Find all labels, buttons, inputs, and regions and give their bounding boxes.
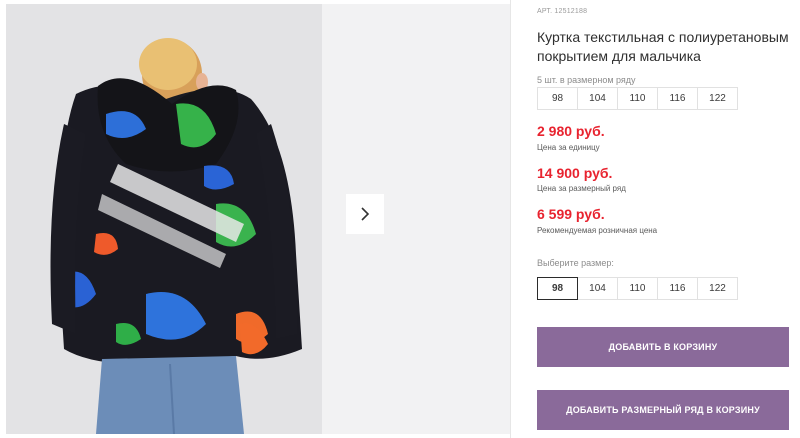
boy-in-jacket-image (6, 4, 322, 434)
column-divider (510, 0, 511, 438)
size-set-item: 104 (577, 87, 618, 110)
product-gallery (0, 0, 510, 438)
size-set-item: 116 (657, 87, 698, 110)
size-set-list: 98 104 110 116 122 (537, 87, 738, 110)
set-price-label: Цена за размерный ряд (537, 184, 626, 193)
size-option-122[interactable]: 122 (697, 277, 738, 300)
chevron-right-icon (361, 207, 370, 221)
product-title: Куртка текстильная с полиуретановым покр… (537, 29, 789, 64)
size-option-104[interactable]: 104 (577, 277, 618, 300)
article-number: АРТ. 12512188 (537, 8, 588, 15)
retail-price: 6 599 руб. (537, 206, 605, 222)
size-set-item: 98 (537, 87, 578, 110)
size-selector: 98 104 110 116 122 (537, 277, 738, 300)
set-price: 14 900 руб. (537, 165, 613, 181)
size-select-label: Выберите размер: (537, 258, 614, 268)
unit-price: 2 980 руб. (537, 123, 605, 139)
product-photo[interactable] (6, 4, 322, 434)
next-image-button[interactable] (346, 194, 384, 234)
size-set-note: 5 шт. в размерном ряду (537, 75, 636, 85)
size-option-98[interactable]: 98 (537, 277, 578, 300)
size-option-110[interactable]: 110 (617, 277, 658, 300)
size-set-item: 122 (697, 87, 738, 110)
size-option-116[interactable]: 116 (657, 277, 698, 300)
retail-price-label: Рекомендуемая розничная цена (537, 226, 658, 235)
add-size-set-to-cart-button[interactable]: ДОБАВИТЬ РАЗМЕРНЫЙ РЯД В КОРЗИНУ (537, 390, 789, 430)
add-to-cart-button[interactable]: ДОБАВИТЬ В КОРЗИНУ (537, 327, 789, 367)
size-set-item: 110 (617, 87, 658, 110)
unit-price-label: Цена за единицу (537, 143, 600, 152)
